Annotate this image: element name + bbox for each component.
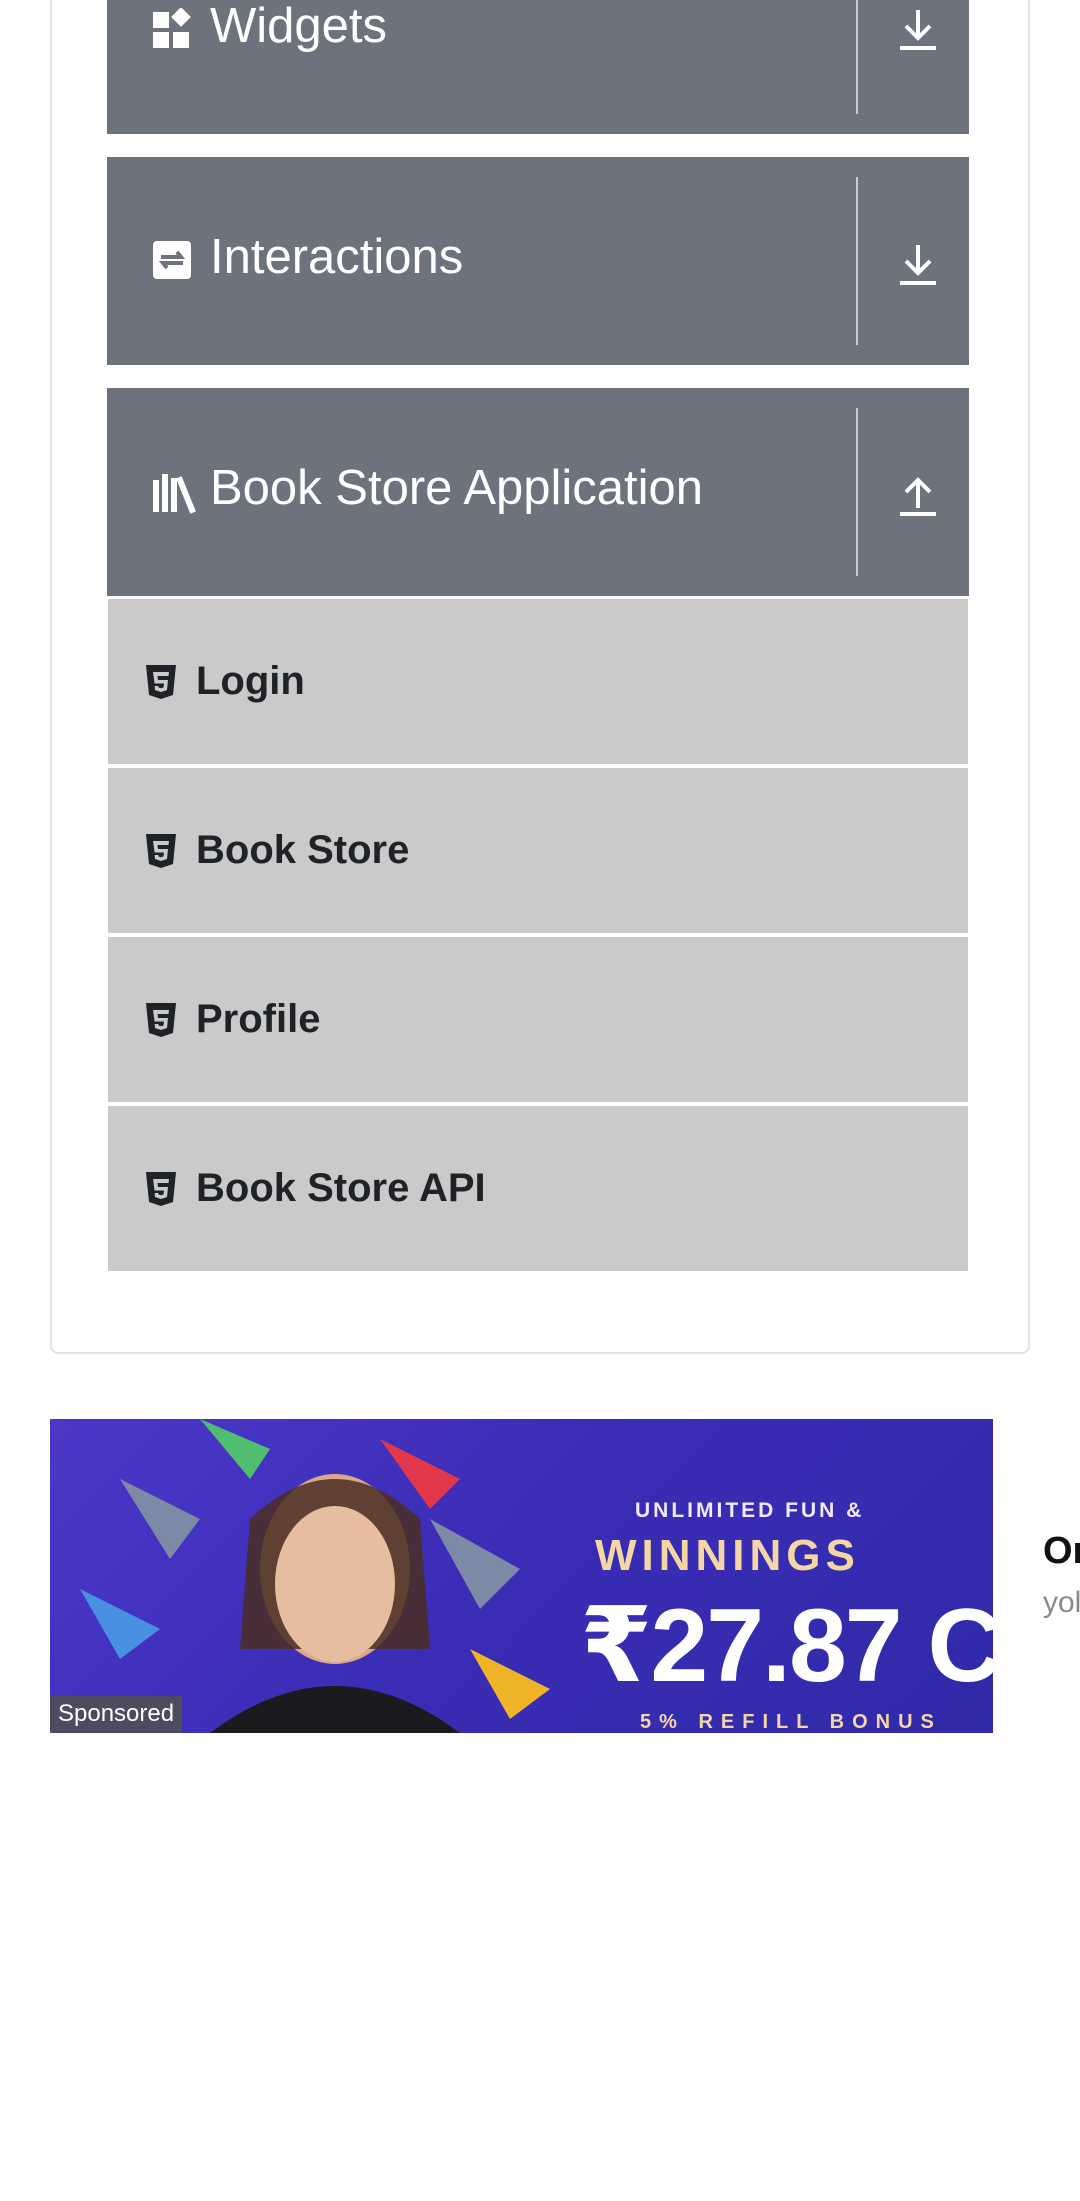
header-divider bbox=[856, 408, 858, 576]
menu-item-book-store[interactable]: Book Store bbox=[108, 768, 968, 933]
download-arrow-icon[interactable] bbox=[892, 4, 944, 56]
menu-item-label: Login bbox=[196, 659, 305, 703]
upload-arrow-icon[interactable] bbox=[892, 468, 944, 520]
interactions-icon bbox=[153, 241, 191, 279]
menu-item-book-store-api[interactable]: Book Store API bbox=[108, 1106, 968, 1271]
page: Widgets Interactions Book Store Applicat… bbox=[0, 0, 1080, 2201]
ad-tagline: UNLIMITED FUN & bbox=[635, 1499, 865, 1522]
html5-icon bbox=[146, 1172, 176, 1206]
header-divider bbox=[856, 177, 858, 345]
html5-icon bbox=[146, 665, 176, 699]
html5-icon bbox=[146, 1003, 176, 1037]
menu-item-label: Profile bbox=[196, 997, 321, 1041]
library-icon bbox=[153, 474, 196, 514]
menu-item-label: Book Store API bbox=[196, 1166, 486, 1210]
group-title: Interactions bbox=[210, 230, 464, 284]
ad-side-title[interactable]: Or bbox=[1043, 1530, 1080, 1573]
download-arrow-icon[interactable] bbox=[892, 239, 944, 291]
widgets-icon bbox=[153, 8, 191, 48]
ad-banner[interactable]: UNLIMITED FUN & WINNINGS ₹27.87 CR 5% RE… bbox=[50, 1419, 993, 1733]
html5-icon bbox=[146, 834, 176, 868]
sponsored-label: Sponsored bbox=[50, 1696, 183, 1733]
ad-bonus: 5% REFILL BONUS bbox=[640, 1711, 942, 1733]
group-header-book-store-application[interactable]: Book Store Application bbox=[107, 388, 969, 596]
group-title: Book Store Application bbox=[210, 461, 704, 515]
menu-item-label: Book Store bbox=[196, 828, 410, 872]
ad-amount: ₹27.87 CR bbox=[580, 1588, 993, 1704]
header-divider bbox=[856, 0, 858, 114]
group-header-widgets[interactable]: Widgets bbox=[107, 0, 969, 134]
group-header-interactions[interactable]: Interactions bbox=[107, 157, 969, 365]
group-title: Widgets bbox=[210, 0, 388, 53]
menu-item-profile[interactable]: Profile bbox=[108, 937, 968, 1102]
menu-item-login[interactable]: Login bbox=[108, 599, 968, 764]
ad-tagline-winnings: WINNINGS bbox=[595, 1531, 860, 1580]
ad-side-subtitle: yol bbox=[1043, 1586, 1080, 1619]
